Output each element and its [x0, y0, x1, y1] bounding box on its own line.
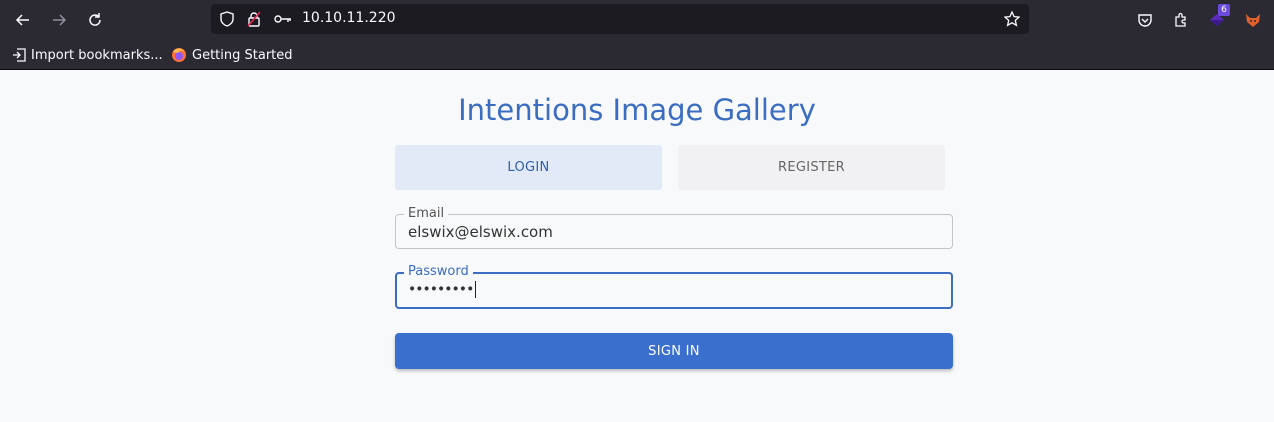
- firefox-icon: [172, 48, 186, 62]
- email-value[interactable]: elswix@elswix.com: [408, 223, 553, 241]
- pocket-button[interactable]: [1131, 6, 1159, 34]
- fox-icon: [1246, 14, 1260, 27]
- bookmark-getting-started[interactable]: Getting Started: [171, 46, 293, 64]
- insecure-lock-icon[interactable]: [246, 11, 262, 27]
- email-field[interactable]: Email elswix@elswix.com: [395, 206, 953, 249]
- password-value[interactable]: •••••••••: [408, 281, 477, 298]
- tab-login[interactable]: LOGIN: [395, 145, 662, 190]
- pocket-icon: [1138, 14, 1152, 27]
- import-icon: [13, 48, 26, 62]
- arrow-right-icon: [53, 14, 67, 26]
- page-title: Intentions Image Gallery: [458, 93, 816, 127]
- back-button[interactable]: [9, 6, 37, 34]
- bookmark-import[interactable]: Import bookmarks...: [12, 46, 163, 64]
- puzzle-icon: [1175, 12, 1186, 27]
- bookmark-label: Getting Started: [192, 47, 293, 63]
- arrow-left-icon: [15, 14, 29, 26]
- shield-icon[interactable]: [219, 11, 235, 27]
- reload-icon: [89, 13, 101, 26]
- email-label: Email: [404, 206, 449, 222]
- extension-badge: 6: [1218, 4, 1230, 16]
- reload-button[interactable]: [81, 6, 109, 34]
- bookmarks-bar: Import bookmarks... Getting Started: [0, 40, 1274, 70]
- url-bar[interactable]: 10.10.11.220: [211, 4, 1029, 34]
- forward-button[interactable]: [45, 6, 73, 34]
- extension-foxyproxy-button[interactable]: 6: [1203, 4, 1231, 34]
- sign-in-button[interactable]: SIGN IN: [395, 333, 953, 369]
- browser-toolbar: 10.10.11.220 6: [0, 0, 1274, 40]
- extensions-button[interactable]: [1167, 6, 1195, 34]
- extension-fox-button[interactable]: [1239, 6, 1267, 34]
- bookmark-star-icon[interactable]: [1004, 11, 1020, 27]
- password-label: Password: [404, 264, 473, 280]
- text-caret: [475, 281, 477, 298]
- bookmark-label: Import bookmarks...: [31, 47, 163, 63]
- password-dots: •••••••••: [408, 281, 474, 298]
- url-text[interactable]: 10.10.11.220: [302, 10, 396, 26]
- login-page: Intentions Image Gallery LOGIN REGISTER …: [0, 71, 1274, 422]
- key-icon[interactable]: [274, 11, 292, 27]
- tab-register[interactable]: REGISTER: [678, 145, 945, 190]
- password-field[interactable]: Password •••••••••: [395, 264, 953, 309]
